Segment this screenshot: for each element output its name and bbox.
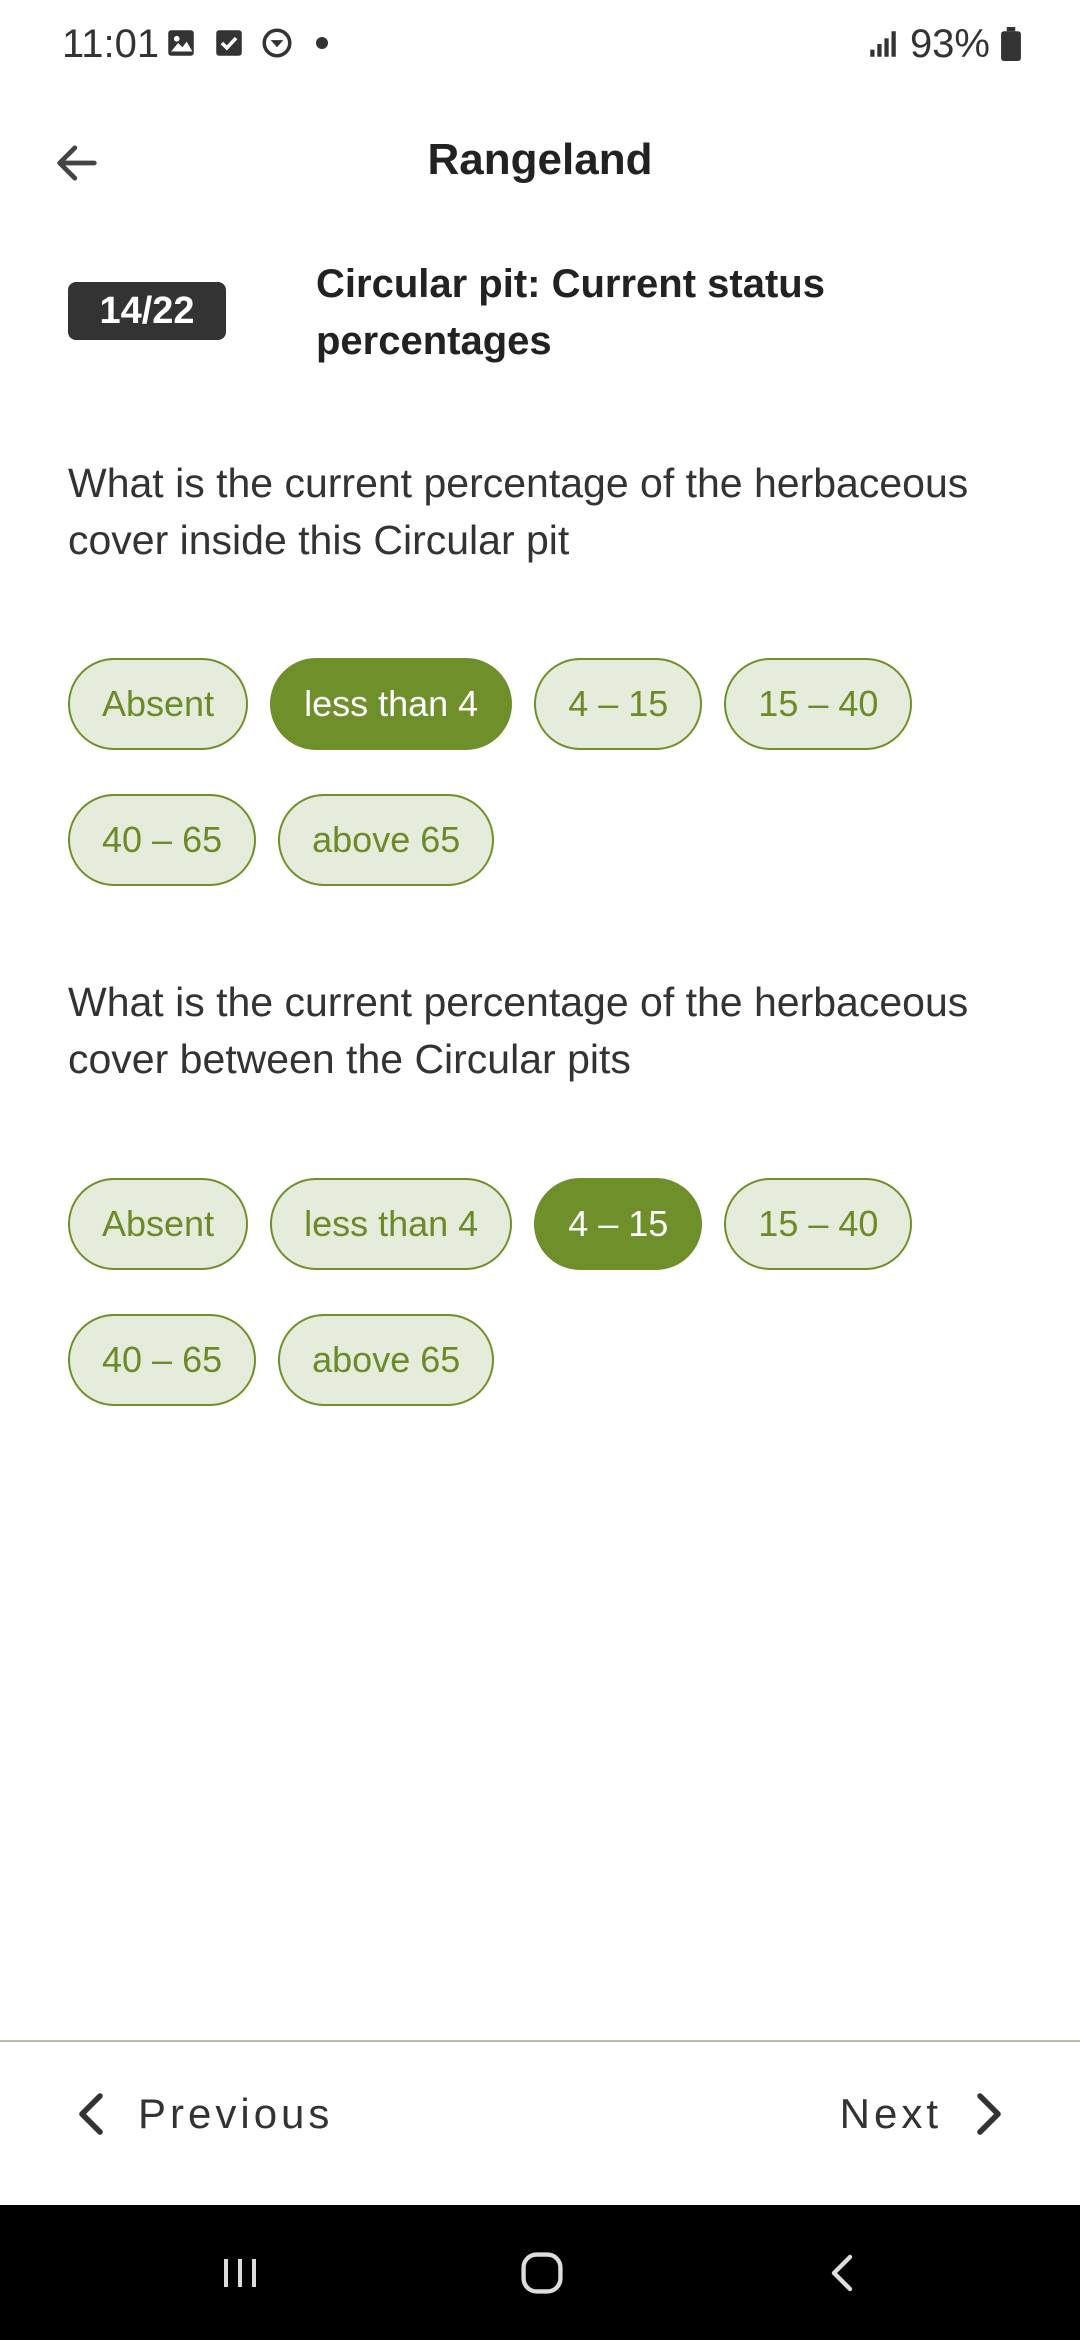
q1-option-40-65[interactable]: 40 – 65 xyxy=(68,794,257,886)
app-notification-icon xyxy=(262,28,292,58)
q1-option-15-40[interactable]: 15 – 40 xyxy=(724,658,913,750)
chevron-right-icon xyxy=(977,2093,1001,2135)
progress-badge: 14/22 xyxy=(68,282,226,340)
app-bar: Rangeland xyxy=(0,110,1080,210)
system-back-button[interactable] xyxy=(812,2241,876,2305)
chevron-left-icon xyxy=(79,2093,103,2135)
q1-option-4-15[interactable]: 4 – 15 xyxy=(534,658,703,750)
back-icon xyxy=(831,2254,853,2292)
question-2-options: Absent less than 4 4 – 15 15 – 40 40 – 6… xyxy=(68,1178,1028,1406)
question-2-text: What is the current percentage of the he… xyxy=(68,979,969,1082)
system-navigation-bar xyxy=(0,2205,1080,2340)
status-time: 11:01 xyxy=(62,22,160,66)
q2-option-above-65[interactable]: above 65 xyxy=(278,1314,495,1406)
next-label: Next xyxy=(839,2090,942,2137)
question-1-text: What is the current percentage of the he… xyxy=(68,460,969,563)
next-button[interactable]: Next xyxy=(840,2090,1008,2138)
recent-apps-icon xyxy=(224,2259,256,2287)
q2-option-4-15[interactable]: 4 – 15 xyxy=(534,1178,703,1270)
q2-option-less-than-4[interactable]: less than 4 xyxy=(270,1178,513,1270)
battery-icon xyxy=(1001,27,1021,61)
battery-percentage: 93% xyxy=(909,22,990,66)
footer-divider xyxy=(0,2040,1080,2042)
q1-option-absent[interactable]: Absent xyxy=(68,658,249,750)
q1-option-less-than-4[interactable]: less than 4 xyxy=(270,658,513,750)
home-button[interactable] xyxy=(510,2241,574,2305)
status-bar: 11:01 93% xyxy=(0,0,1080,90)
status-right: 93% xyxy=(866,20,1022,68)
q1-option-above-65[interactable]: above 65 xyxy=(278,794,495,886)
question-1-options: Absent less than 4 4 – 15 15 – 40 40 – 6… xyxy=(68,658,1028,886)
notification-icons xyxy=(164,26,328,60)
checkbox-icon xyxy=(216,30,242,56)
q2-option-15-40[interactable]: 15 – 40 xyxy=(724,1178,913,1270)
dot-icon xyxy=(316,37,328,49)
image-icon xyxy=(168,30,194,56)
section-title: Circular pit: Current status percentages xyxy=(316,262,825,363)
home-icon xyxy=(521,2252,563,2294)
q2-option-40-65[interactable]: 40 – 65 xyxy=(68,1314,257,1406)
recent-apps-button[interactable] xyxy=(208,2241,272,2305)
previous-button[interactable]: Previous xyxy=(72,2090,333,2138)
page-title: Rangeland xyxy=(427,135,653,184)
q2-option-absent[interactable]: Absent xyxy=(68,1178,249,1270)
signal-icon xyxy=(870,31,896,57)
previous-label: Previous xyxy=(138,2090,334,2137)
